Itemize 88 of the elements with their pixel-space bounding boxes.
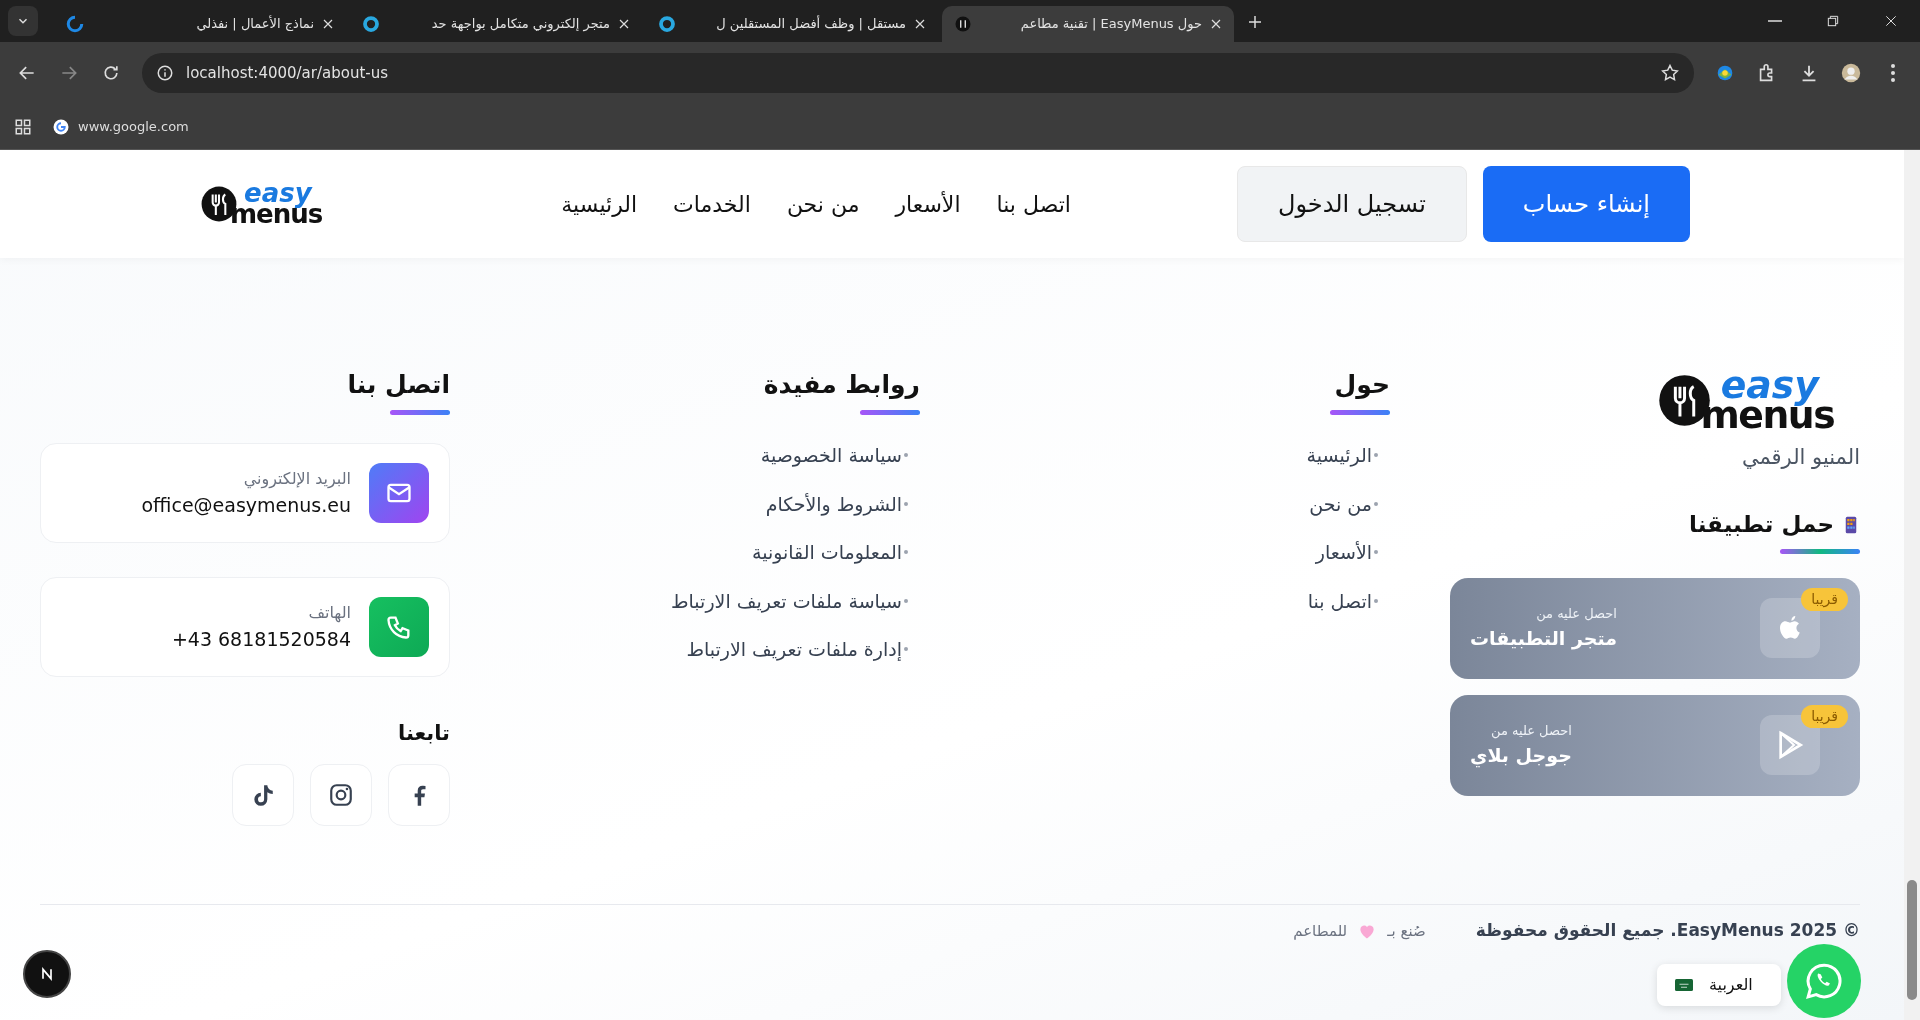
apps-grid-icon[interactable] [14, 117, 32, 136]
nav-link[interactable]: الرئيسية [543, 187, 656, 221]
tab-search-button[interactable] [8, 6, 38, 36]
heading-underline [1330, 410, 1390, 415]
scrollbar[interactable] [1904, 150, 1920, 1020]
browser-tab[interactable]: حول EasyMenus | تقنية مطاعم [942, 6, 1234, 42]
bullet-icon [1374, 453, 1378, 458]
footer-link[interactable]: المعلومات القانونية [752, 538, 908, 567]
restore-icon [1825, 13, 1841, 29]
tagline: المنيو الرقمي [1740, 443, 1860, 471]
section-heading: تابعنا [397, 721, 450, 747]
signup-button[interactable]: إنشاء حساب [1482, 166, 1690, 242]
store-name: متجر التطبيقات [1470, 625, 1617, 652]
bullet-icon [904, 501, 908, 506]
store-name: جوجل بلاي [1470, 742, 1572, 770]
bullet-icon [904, 647, 908, 652]
footer-link[interactable]: اتصل بنا [1307, 586, 1378, 615]
footer-link[interactable]: سياسة الخصوصية [760, 441, 908, 470]
footer-link[interactable]: من نحن [1309, 489, 1378, 518]
bullet-icon [904, 550, 908, 555]
bullet-icon [904, 598, 908, 603]
contact-value[interactable]: office@easymenus.eu [141, 490, 351, 520]
letter-n-logo-icon [39, 966, 55, 982]
footer-link[interactable]: الشروط والأحكام [765, 489, 908, 518]
logo[interactable]: easy menus [200, 183, 323, 225]
section-heading: حمل تطبيقنا [1689, 511, 1834, 539]
star-icon[interactable] [1660, 63, 1680, 83]
instagram-button[interactable] [310, 764, 372, 827]
more-vertical-icon [1891, 64, 1895, 82]
store-caption: احصل عليه من [1535, 605, 1617, 624]
login-button[interactable]: تسجيل الدخول [1236, 166, 1467, 242]
section-heading: روابط مفيدة [763, 370, 920, 400]
coming-soon-badge: قريبا [1801, 587, 1848, 611]
logo-favicon-icon [954, 15, 972, 33]
close-icon[interactable] [914, 18, 926, 30]
footer-link[interactable]: سياسة ملفات تعريف الارتباط [671, 586, 908, 615]
contact-label: الهاتف [307, 601, 351, 625]
nav-link[interactable]: اتصل بنا [978, 187, 1089, 221]
bullet-icon [904, 453, 908, 458]
info-icon [156, 64, 174, 82]
section-heading: حول [1334, 370, 1390, 400]
close-icon[interactable] [1210, 18, 1222, 30]
heading-underline [390, 410, 450, 415]
avatar-icon [1840, 62, 1862, 84]
coming-soon-badge: قريبا [1801, 704, 1848, 728]
minimize-icon [1768, 20, 1782, 22]
copyright-text: © 2025 EasyMenus. جميع الحقوق محفوظة [1475, 919, 1860, 943]
facebook-button[interactable] [388, 764, 450, 827]
reload-icon [101, 63, 121, 83]
section-heading: اتصل بنا [347, 370, 450, 400]
browser-tab[interactable]: مستقل | وظف أفضل المستقلين ل [646, 6, 938, 42]
bullet-icon [1374, 598, 1378, 603]
contact-value[interactable]: +43 68181520584 [171, 624, 351, 654]
browser-tab[interactable]: متجر إلكتروني متكامل بواجهة حد [350, 6, 642, 42]
close-icon [1883, 13, 1899, 29]
nav-link[interactable]: الأسعار [877, 187, 979, 221]
bookmark-link[interactable]: www.google.com [46, 115, 195, 138]
scrollbar-thumb[interactable] [1907, 880, 1917, 1000]
made-by-text: صُنع بـ [1387, 920, 1426, 942]
browser-tab[interactable]: نماذج الأعمال | نفذلي [54, 6, 346, 42]
bullet-icon [1374, 501, 1378, 506]
tiktok-button[interactable] [232, 764, 294, 827]
google-icon [52, 117, 70, 136]
plus-icon [1247, 14, 1263, 30]
language-selector[interactable]: العربية [1657, 964, 1781, 1006]
app-store-card[interactable]: احصل عليه من متجر التطبيقات قريبا [1450, 577, 1860, 679]
close-icon[interactable] [322, 18, 334, 30]
instagram-icon [328, 782, 354, 809]
store-caption: احصل عليه من [1490, 722, 1572, 741]
address-bar[interactable]: localhost:4000/ar/about-us [142, 53, 1694, 93]
nav-link[interactable]: الخدمات [655, 187, 769, 221]
close-icon[interactable] [618, 18, 630, 30]
dev-tools-button[interactable] [23, 950, 71, 998]
bullet-icon [1374, 550, 1378, 555]
app-store-card[interactable]: احصل عليه من جوجل بلاي قريبا [1450, 694, 1860, 796]
favicon-icon [66, 15, 84, 33]
footer-link[interactable]: الأسعار [1315, 538, 1378, 567]
made-by-text: للمطاعم [1293, 920, 1348, 942]
address-url: localhost:4000/ar/about-us [186, 62, 389, 84]
favicon-icon [658, 15, 676, 33]
heading-underline [860, 410, 920, 415]
contact-label: البريد الإلكتروني [242, 467, 351, 491]
footer-link[interactable]: إدارة ملفات تعريف الارتباط [686, 635, 908, 664]
nav-link[interactable]: من نحن [768, 187, 878, 221]
whatsapp-icon [1804, 961, 1844, 1001]
logo[interactable]: easy menus [1656, 370, 1834, 431]
favicon-icon [362, 15, 380, 33]
footer-link[interactable]: الرئيسية [1306, 441, 1378, 470]
